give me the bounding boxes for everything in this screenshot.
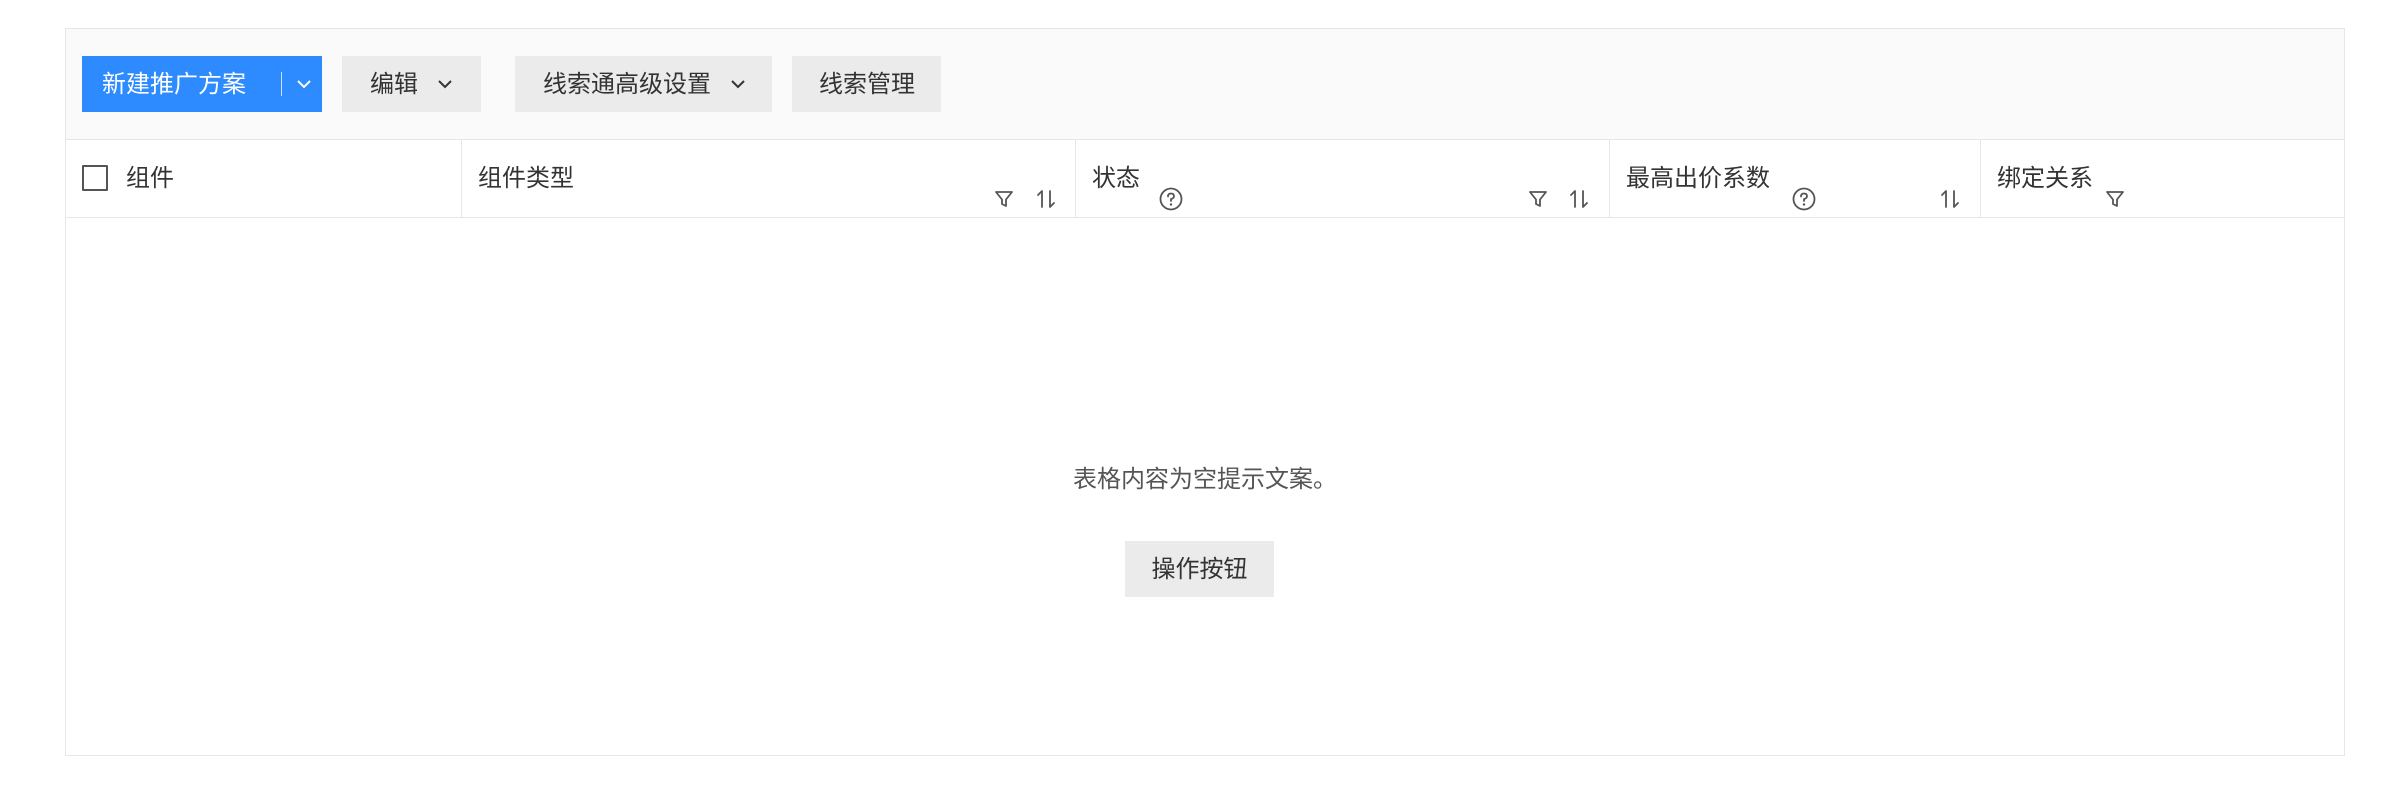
edit-button[interactable]: 编辑	[342, 56, 481, 112]
chevron-down-icon[interactable]	[294, 56, 314, 112]
help-icon[interactable]	[1791, 166, 1817, 211]
column-label: 绑定关系	[1997, 164, 2093, 192]
sort-icon[interactable]	[1033, 166, 1059, 208]
split-divider	[281, 72, 282, 96]
sort-icon[interactable]	[1566, 166, 1592, 208]
toolbar: 新建推广方案 编辑 线索通高级设置 线索管理	[66, 29, 2344, 140]
chevron-down-icon	[728, 56, 748, 112]
column-header-component: 组件	[66, 140, 461, 217]
clue-manage-button[interactable]: 线索管理	[792, 56, 941, 112]
empty-state-action-button[interactable]: 操作按钮	[1125, 541, 1274, 597]
advanced-settings-label: 线索通高级设置	[543, 70, 711, 98]
column-header-status: 状态	[1075, 140, 1609, 217]
help-icon[interactable]	[1158, 166, 1184, 211]
column-label: 状态	[1092, 164, 1140, 192]
table-card: 新建推广方案 编辑 线索通高级设置 线索管理 组件 组件类型 状态 最高出价系数…	[65, 28, 2345, 756]
column-label: 组件	[126, 164, 174, 192]
filter-icon[interactable]	[991, 166, 1017, 207]
advanced-settings-button[interactable]: 线索通高级设置	[515, 56, 772, 112]
filter-icon[interactable]	[1525, 166, 1551, 207]
edit-label: 编辑	[370, 70, 418, 98]
new-plan-button[interactable]: 新建推广方案	[82, 56, 322, 112]
chevron-down-icon	[435, 56, 455, 112]
column-header-max-bid-ratio: 最高出价系数	[1609, 140, 1980, 217]
filter-icon[interactable]	[2102, 166, 2128, 207]
clue-manage-label: 线索管理	[819, 70, 915, 98]
column-header-binding: 绑定关系	[1980, 140, 2344, 217]
sort-icon[interactable]	[1937, 166, 1963, 208]
column-label: 最高出价系数	[1626, 164, 1770, 192]
new-plan-label: 新建推广方案	[102, 70, 246, 98]
column-header-component-type: 组件类型	[461, 140, 1075, 217]
column-label: 组件类型	[478, 164, 574, 192]
select-all-checkbox[interactable]	[82, 165, 108, 191]
table-header: 组件 组件类型 状态 最高出价系数 绑定关系	[66, 140, 2344, 218]
empty-state-text: 表格内容为空提示文案。	[1073, 465, 1337, 493]
